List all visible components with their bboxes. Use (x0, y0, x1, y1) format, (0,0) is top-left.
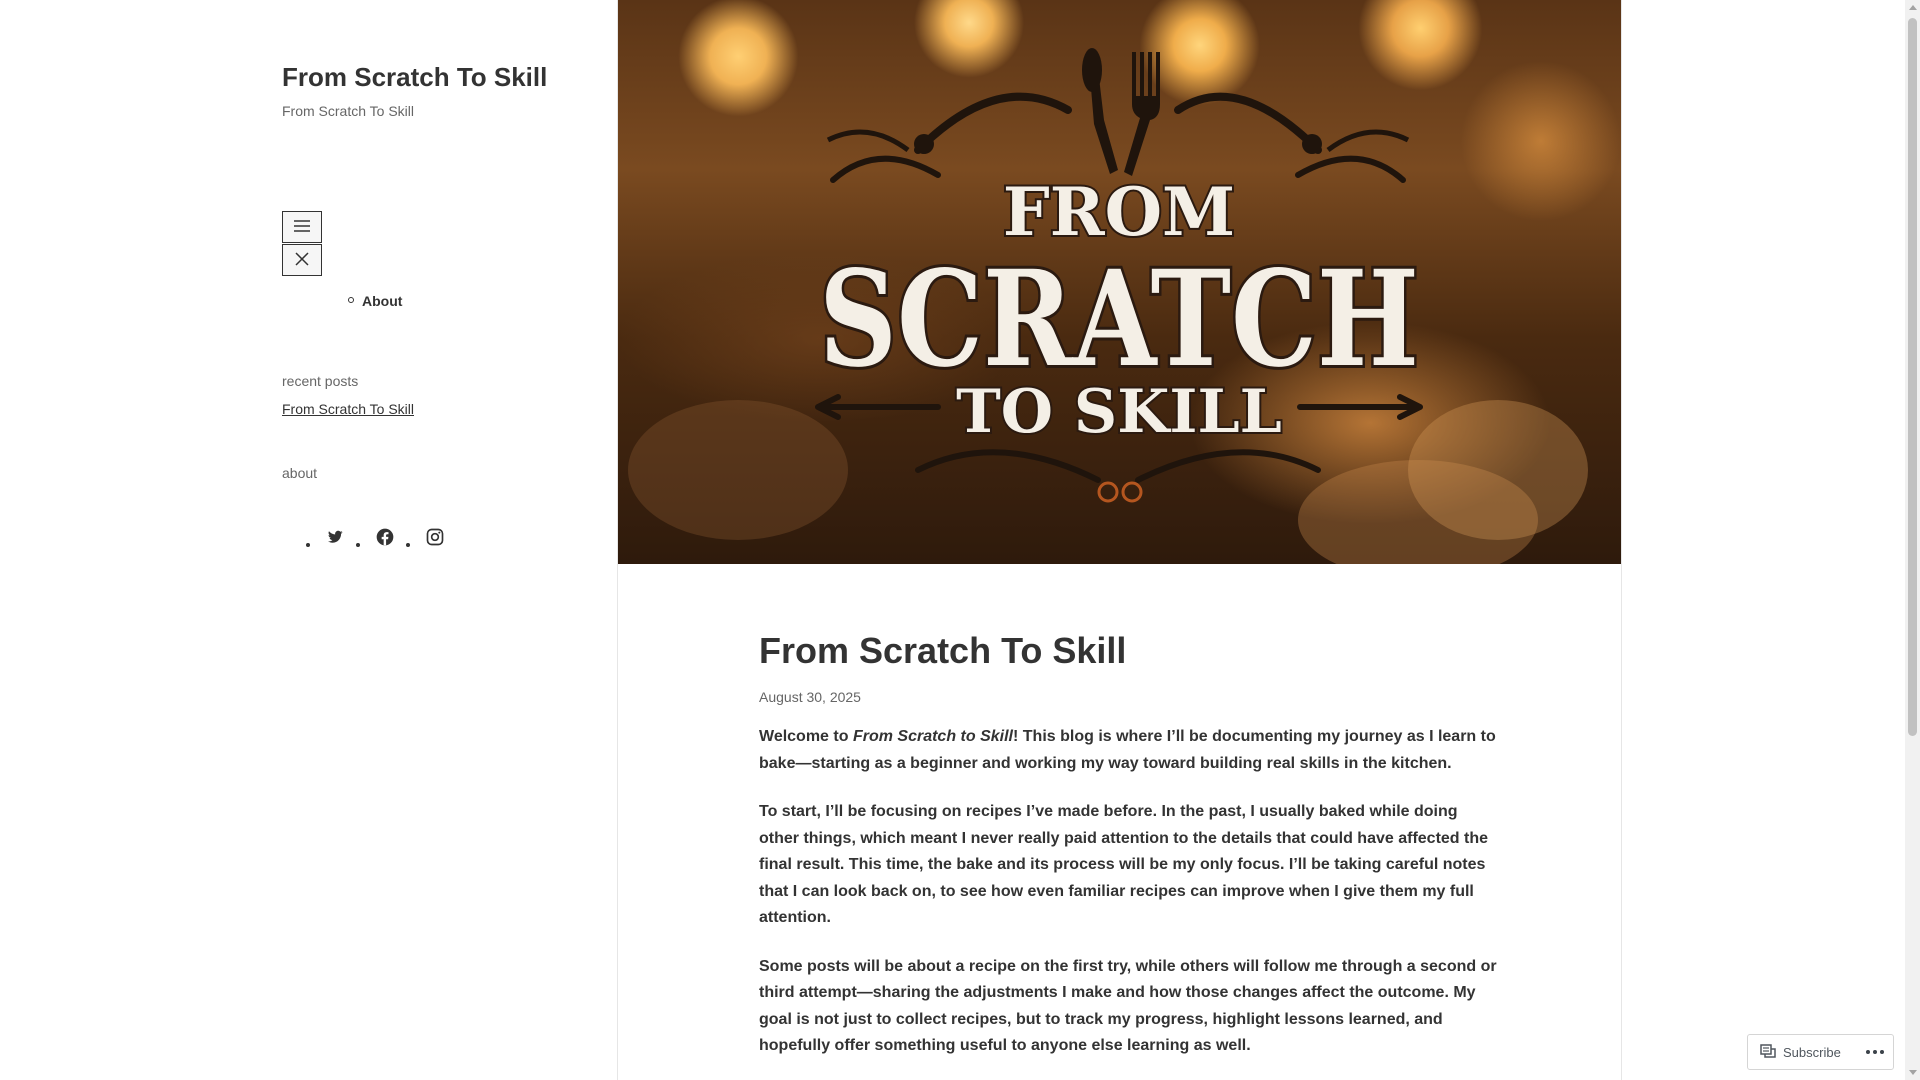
post-date[interactable]: August 30, 2025 (759, 689, 1499, 705)
recent-posts-title: recent posts (282, 373, 359, 389)
social-item-twitter[interactable] (306, 526, 346, 548)
menu-open-button[interactable] (282, 211, 322, 243)
about-widget-title: about (282, 465, 318, 481)
twitter-icon[interactable] (324, 526, 346, 548)
post-text: Welcome to (759, 728, 853, 745)
post-emphasis: From Scratch to Skill (852, 728, 1013, 745)
list-bullet (406, 543, 410, 547)
primary-menu: About (348, 293, 402, 309)
logo-text-scratch: SCRATCH (819, 242, 1419, 397)
post-paragraph-1: Welcome to From Scratch to Skill! This b… (759, 724, 1499, 777)
social-item-instagram[interactable] (406, 526, 446, 548)
post-paragraph-2: To start, I’ll be focusing on recipes I’… (759, 803, 1489, 926)
reader-icon (1760, 1043, 1776, 1061)
menu-close-button[interactable] (282, 244, 322, 276)
list-bullet (306, 543, 310, 547)
post-paragraph-3: Some posts will be about a recipe on the… (759, 957, 1497, 1055)
close-icon (294, 251, 310, 270)
scrollbar[interactable] (1905, 0, 1920, 1080)
logo-text-to-skill: TO SKILL (956, 377, 1282, 447)
post-title[interactable]: From Scratch To Skill (759, 630, 1499, 672)
site-description: From Scratch To Skill (282, 103, 414, 119)
list-bullet (356, 543, 360, 547)
recent-post-link[interactable]: From Scratch To Skill (282, 401, 414, 417)
site-title[interactable]: From Scratch To Skill (282, 62, 547, 93)
menu-icon (293, 219, 311, 236)
social-links (306, 526, 456, 548)
subscribe-bar: Subscribe (1747, 1034, 1894, 1070)
more-options-icon[interactable] (1864, 1050, 1885, 1054)
logo-text-from: FROM (1003, 173, 1235, 251)
scroll-down-icon[interactable] (1909, 1070, 1917, 1075)
subscribe-button[interactable]: Subscribe (1748, 1035, 1841, 1069)
instagram-icon[interactable] (424, 526, 446, 548)
scroll-thumb[interactable] (1908, 18, 1917, 736)
scroll-up-icon[interactable] (1909, 5, 1917, 10)
subscribe-label: Subscribe (1783, 1044, 1841, 1060)
facebook-icon[interactable] (374, 526, 396, 548)
logo-graphic: FROM SCRATCH TO SKILL (628, 48, 1588, 564)
post-body: Welcome to From Scratch to Skill! This b… (759, 724, 1499, 1060)
fork-and-spoon-icon (1082, 48, 1160, 176)
menu-item-about[interactable]: About (348, 293, 402, 309)
header-image: FROM SCRATCH TO SKILL (618, 0, 1621, 564)
social-item-facebook[interactable] (356, 526, 396, 548)
post: From Scratch To Skill August 30, 2025 We… (759, 630, 1499, 1080)
main-content: FROM SCRATCH TO SKILL From Scratch To Sk… (617, 0, 1622, 1080)
page: From Scratch To Skill From Scratch To Sk… (0, 0, 1920, 1080)
